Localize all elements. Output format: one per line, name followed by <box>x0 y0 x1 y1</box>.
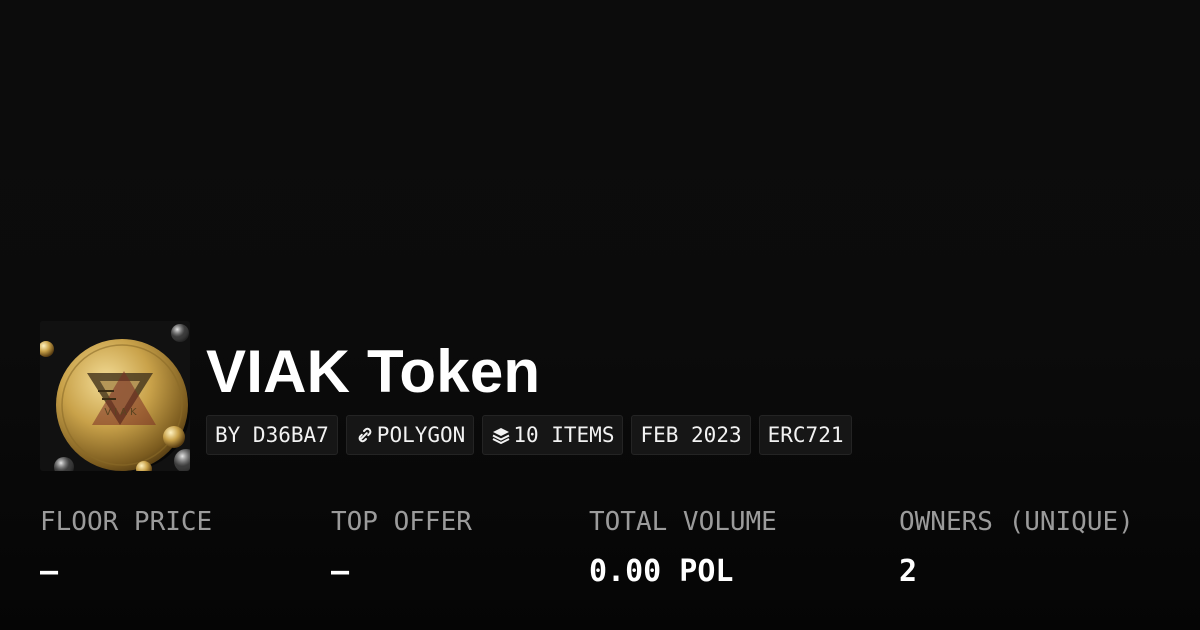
stat-owners-value: 2 <box>899 554 918 589</box>
collection-share-card: VIAK VIAK Token BY D36BA7 POLYGON 10 ITE… <box>0 0 1200 630</box>
tag-token-standard-label: ERC721 <box>767 423 844 447</box>
stat-top-offer-label: TOP OFFER <box>331 507 472 537</box>
stat-floor-price-label: FLOOR PRICE <box>40 507 213 537</box>
stat-total-volume-label: TOTAL VOLUME <box>589 507 777 537</box>
polygon-link-icon <box>355 425 375 445</box>
collection-title: VIAK Token <box>206 338 541 405</box>
stat-top-offer: TOP OFFER – <box>331 505 472 589</box>
tag-creator[interactable]: BY D36BA7 <box>206 415 338 455</box>
stat-total-volume-value: 0.00 POL <box>589 554 734 589</box>
tag-creator-label: BY D36BA7 <box>215 423 329 447</box>
tag-created-date[interactable]: FEB 2023 <box>631 415 751 455</box>
tag-item-count-label: 10 ITEMS <box>513 423 615 447</box>
viak-coin-logo-icon: VIAK <box>40 321 190 471</box>
svg-text:VIAK: VIAK <box>104 407 139 418</box>
collection-avatar: VIAK <box>40 321 190 471</box>
stat-floor-price-value: – <box>40 554 59 589</box>
tag-token-standard[interactable]: ERC721 <box>758 415 853 455</box>
stat-owners: OWNERS (UNIQUE) 2 <box>899 505 1134 589</box>
tag-chain-label: POLYGON <box>376 423 466 447</box>
collection-tags: BY D36BA7 POLYGON 10 ITEMS FEB 2023 ERC7… <box>206 415 853 455</box>
stat-total-volume: TOTAL VOLUME 0.00 POL <box>589 505 777 589</box>
layers-icon <box>491 425 511 445</box>
stat-owners-label: OWNERS (UNIQUE) <box>899 507 1134 537</box>
stat-top-offer-value: – <box>331 554 350 589</box>
tag-chain[interactable]: POLYGON <box>345 415 475 455</box>
tag-item-count[interactable]: 10 ITEMS <box>482 415 624 455</box>
stat-floor-price: FLOOR PRICE – <box>40 505 212 589</box>
tag-created-date-label: FEB 2023 <box>640 423 742 447</box>
